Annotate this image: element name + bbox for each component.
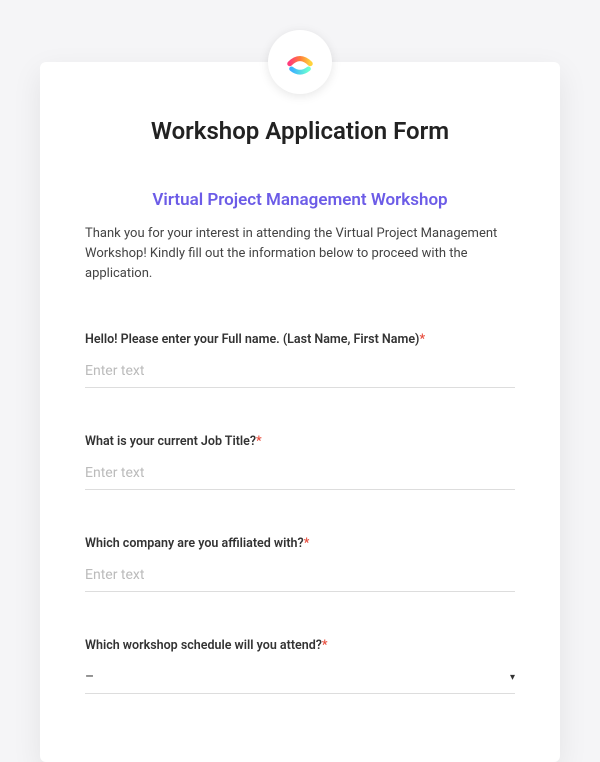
field-schedule: Which workshop schedule will you attend?…	[85, 638, 515, 694]
field-jobtitle: What is your current Job Title?*	[85, 434, 515, 490]
chevron-down-icon: ▾	[510, 672, 515, 683]
field-company: Which company are you affiliated with?*	[85, 536, 515, 592]
required-marker: *	[304, 536, 310, 551]
form-card: Workshop Application Form Virtual Projec…	[40, 62, 560, 762]
jobtitle-label: What is your current Job Title?*	[85, 434, 515, 449]
jobtitle-input[interactable]	[85, 459, 515, 490]
workshop-subtitle: Virtual Project Management Workshop	[85, 190, 515, 210]
logo-badge	[268, 30, 332, 94]
schedule-label-text: Which workshop schedule will you attend?	[85, 638, 322, 653]
intro-text: Thank you for your interest in attending…	[85, 224, 515, 284]
company-label-text: Which company are you affiliated with?	[85, 536, 304, 551]
fullname-label: Hello! Please enter your Full name. (Las…	[85, 332, 515, 347]
jobtitle-label-text: What is your current Job Title?	[85, 434, 256, 449]
schedule-label: Which workshop schedule will you attend?…	[85, 638, 515, 653]
required-marker: *	[322, 638, 328, 653]
fullname-input[interactable]	[85, 357, 515, 388]
fullname-label-text: Hello! Please enter your Full name. (Las…	[85, 332, 419, 347]
required-marker: *	[256, 434, 262, 449]
schedule-selected-value: –	[85, 669, 94, 685]
clickup-logo-icon	[283, 45, 317, 79]
field-fullname: Hello! Please enter your Full name. (Las…	[85, 332, 515, 388]
page-title: Workshop Application Form	[85, 117, 515, 145]
company-input[interactable]	[85, 561, 515, 592]
required-marker: *	[419, 332, 425, 347]
company-label: Which company are you affiliated with?*	[85, 536, 515, 551]
